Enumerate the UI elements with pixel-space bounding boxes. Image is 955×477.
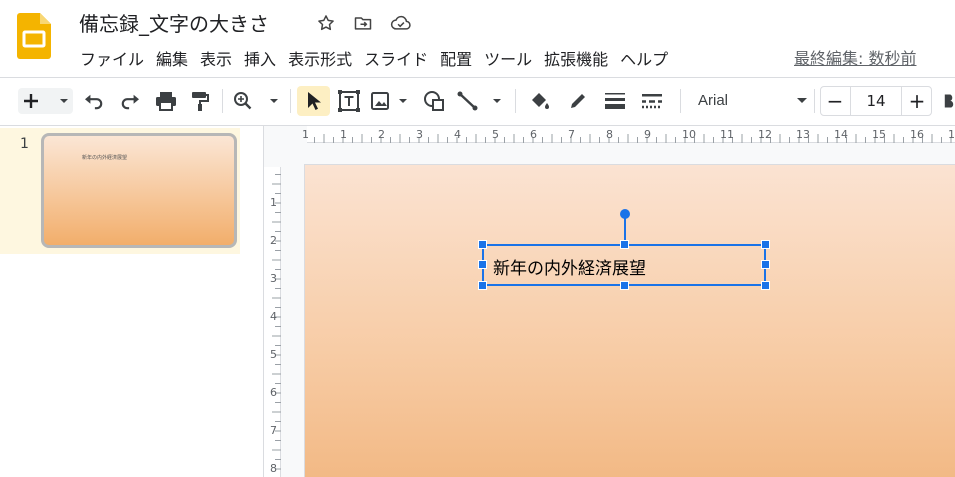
border-color-icon[interactable] [565,88,591,114]
increase-font-size-button[interactable]: + [903,87,931,115]
redo-icon[interactable] [116,88,144,114]
fill-color-icon[interactable] [527,88,553,114]
new-slide-button[interactable] [18,88,73,114]
undo-icon[interactable] [80,88,108,114]
toolbar-separator [814,89,815,113]
print-icon[interactable] [152,88,180,114]
ruler-corner [264,126,307,143]
ruler-label: 7 [568,128,575,141]
horizontal-ruler[interactable]: 11234567891011121314151617 [302,126,955,143]
ruler-label: 5 [270,348,277,361]
border-weight-icon[interactable] [602,88,628,114]
resize-handle-top[interactable] [620,240,629,249]
ruler-label: 8 [606,128,613,141]
select-cursor-icon[interactable] [297,86,330,116]
decrease-font-size-button[interactable]: − [821,87,849,115]
ruler-label: 11 [720,128,734,141]
ruler-label: 16 [910,128,924,141]
ruler-label: 2 [270,234,277,247]
menu-file[interactable]: ファイル [74,44,150,72]
ruler-label: 5 [492,128,499,141]
ruler-label: 13 [796,128,810,141]
ruler-label: 9 [644,128,651,141]
text-box-content[interactable]: 新年の内外経済展望 [493,254,646,279]
rotation-handle[interactable] [620,209,630,219]
ruler-label: 6 [530,128,537,141]
menu-extensions[interactable]: 拡張機能 [538,44,614,72]
resize-handle-left[interactable] [478,260,487,269]
menu-bar: ファイル 編集 表示 挿入 表示形式 スライド 配置 ツール 拡張機能 ヘルプ [74,44,674,72]
ruler-label: 10 [682,128,696,141]
slide-canvas[interactable] [305,165,955,477]
menu-arrange[interactable]: 配置 [434,44,478,72]
resize-handle-bottom-left[interactable] [478,281,487,290]
vertical-ruler[interactable]: 1 2 3 4 5 6 7 8 [264,167,281,477]
thumbnail-title: 新年の内外経済展望 [82,155,128,161]
menu-help[interactable]: ヘルプ [614,44,674,72]
border-dash-icon[interactable] [639,88,665,114]
ruler-label: 4 [270,310,277,323]
star-icon[interactable] [315,12,337,34]
last-edit-link[interactable]: 最終編集: 数秒前 [794,45,916,69]
ruler-label: 17 [948,128,955,141]
toolbar-separator [222,89,223,113]
line-icon[interactable] [457,88,505,114]
font-family-select[interactable]: Arial [698,92,728,109]
menu-format[interactable]: 表示形式 [282,44,358,72]
toolbar-separator [680,89,681,113]
ruler-label: 1 [270,196,277,209]
ruler-label: 15 [872,128,886,141]
slide-number: 1 [20,136,29,152]
ruler-label: 2 [378,128,385,141]
cloud-saved-icon[interactable] [390,12,412,34]
move-to-folder-icon[interactable] [352,12,374,34]
slide-thumbnail[interactable]: 新年の内外経済展望 [41,133,237,248]
font-size-control: − 14 + [820,86,932,116]
menu-slide[interactable]: スライド [358,44,434,72]
toolbar-separator [515,89,516,113]
ruler-label: 14 [834,128,848,141]
chevron-down-icon[interactable] [794,88,810,114]
toolbar-separator [290,89,291,113]
insert-image-icon[interactable] [370,88,412,114]
ruler-label: 12 [758,128,772,141]
ruler-label: 7 [270,424,277,437]
menu-view[interactable]: 表示 [194,44,238,72]
menu-tools[interactable]: ツール [478,44,538,72]
resize-handle-top-left[interactable] [478,240,487,249]
ruler-label: 3 [270,272,277,285]
menu-insert[interactable]: 挿入 [238,44,282,72]
ruler-label: 1 [302,128,309,141]
resize-handle-right[interactable] [761,260,770,269]
menu-edit[interactable]: 編集 [150,44,194,72]
text-box-icon[interactable] [336,88,362,114]
slides-logo-icon[interactable] [17,13,51,59]
resize-handle-bottom-right[interactable] [761,281,770,290]
ruler-label: 8 [270,462,277,475]
ruler-label: 4 [454,128,461,141]
bold-icon[interactable] [942,88,955,114]
ruler-label: 1 [340,128,347,141]
document-title[interactable]: 備忘録_文字の大きさ [79,8,269,37]
zoom-icon[interactable] [232,88,284,114]
ruler-label: 3 [416,128,423,141]
paint-format-icon[interactable] [187,88,213,114]
ruler-label: 6 [270,386,277,399]
resize-handle-top-right[interactable] [761,240,770,249]
resize-handle-bottom[interactable] [620,281,629,290]
font-size-input[interactable]: 14 [850,87,902,115]
shape-icon[interactable] [421,88,447,114]
